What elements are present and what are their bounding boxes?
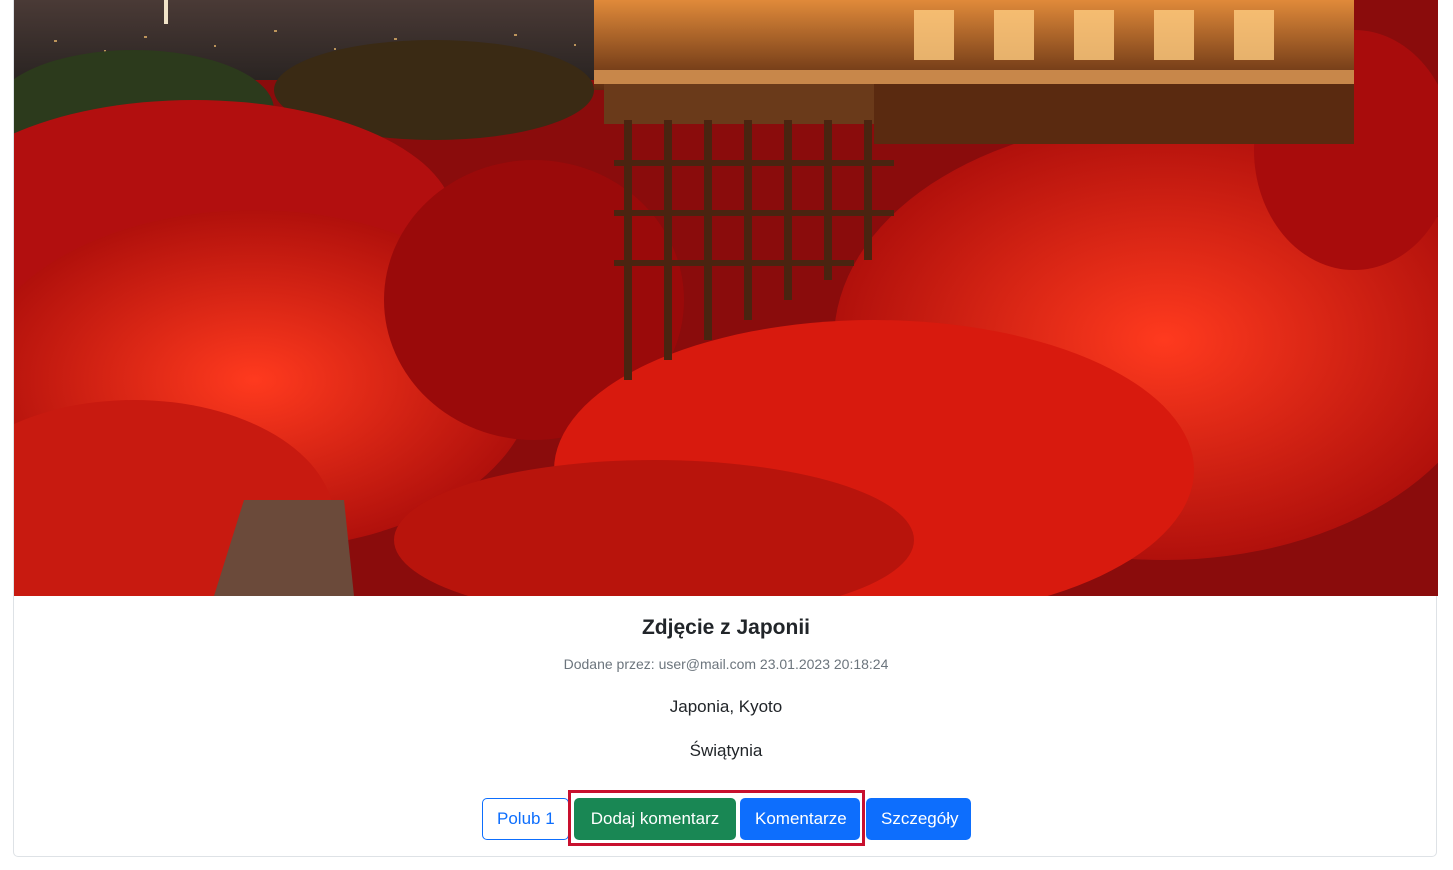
- post-photo: [14, 0, 1438, 596]
- post-meta: Dodane przez: user@mail.com 23.01.2023 2…: [563, 656, 889, 672]
- details-button[interactable]: Szczegóły: [866, 798, 971, 840]
- post-location: Japonia, Kyoto: [669, 697, 783, 716]
- like-button[interactable]: Polub 1: [482, 798, 569, 840]
- post-category: Świątynia: [689, 741, 763, 760]
- add-comment-button[interactable]: Dodaj komentarz: [574, 798, 736, 840]
- photo-card: Zdjęcie z Japonii Dodane przez: user@mai…: [13, 0, 1438, 857]
- comments-button[interactable]: Komentarze: [740, 798, 860, 840]
- post-title: Zdjęcie z Japonii: [641, 616, 811, 639]
